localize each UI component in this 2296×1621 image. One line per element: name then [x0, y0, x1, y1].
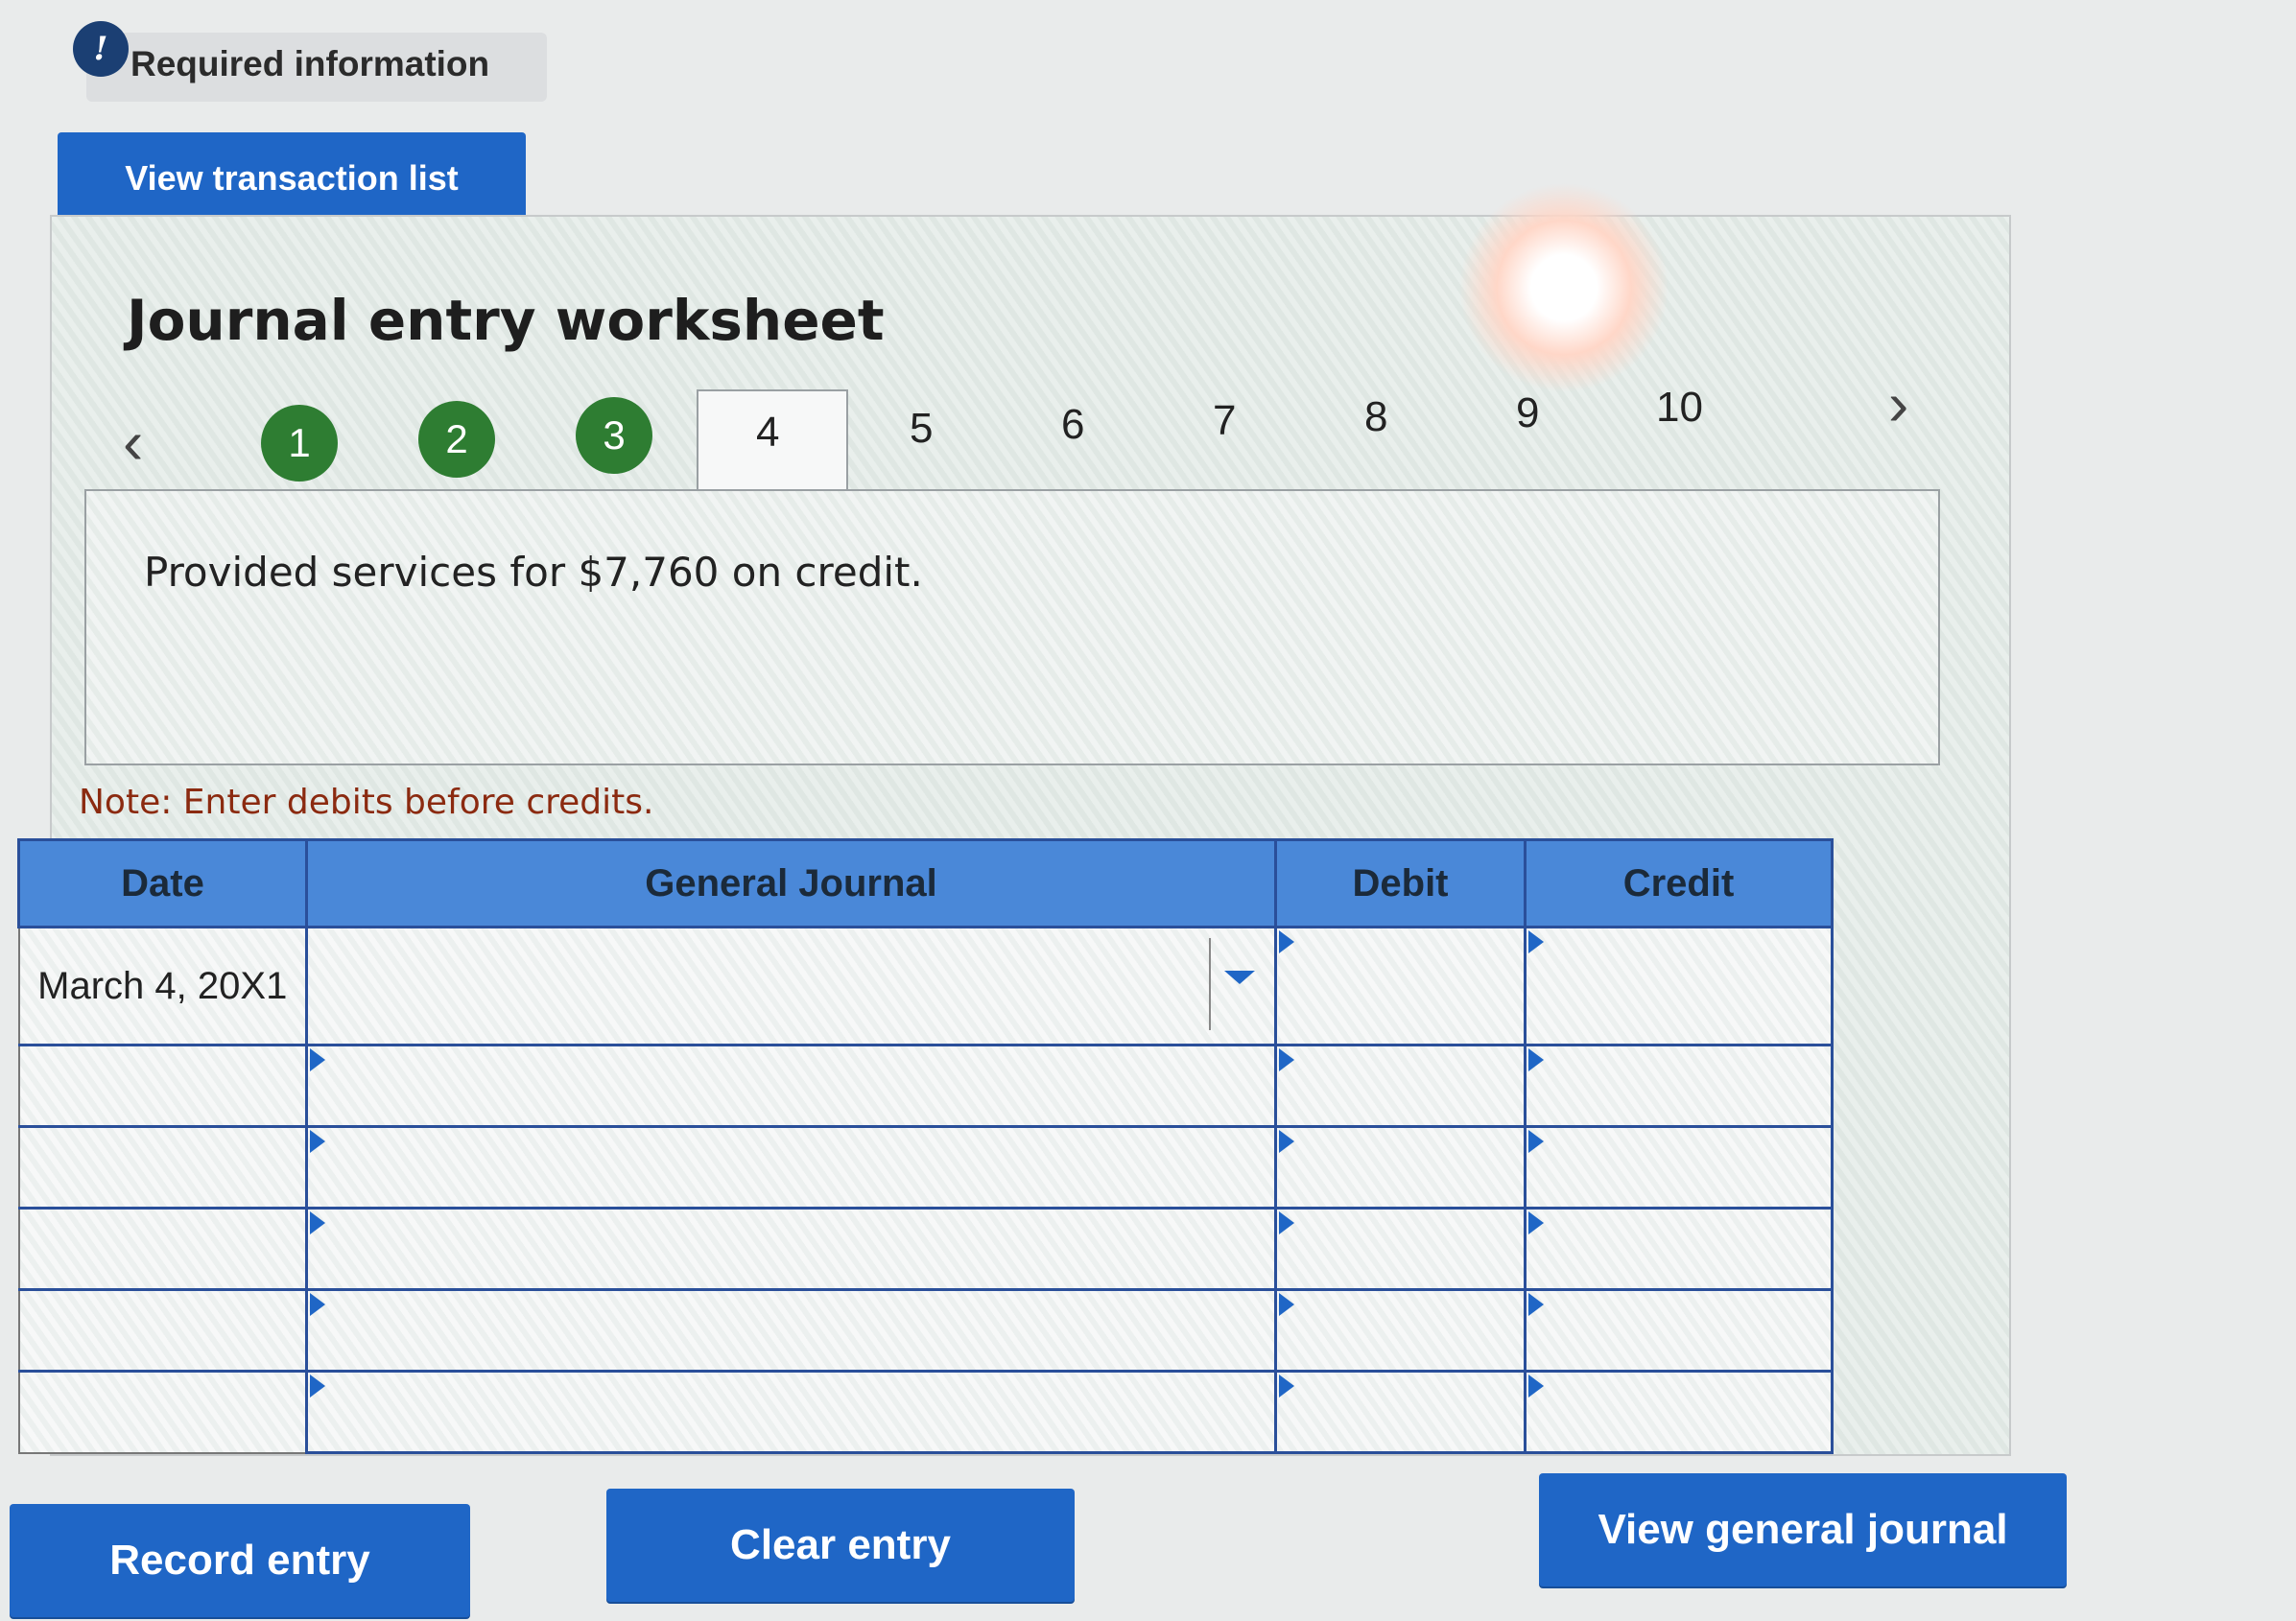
table-header-row: Date General Journal Debit Credit	[17, 838, 1834, 928]
view-general-journal-button[interactable]: View general journal	[1539, 1473, 2067, 1586]
journal-entry-table: Date General Journal Debit Credit March …	[17, 838, 1834, 1454]
cell-marker-icon	[310, 1374, 325, 1398]
cell-marker-icon	[1528, 1048, 1544, 1071]
account-input[interactable]	[305, 1125, 1277, 1210]
credit-column-header: Credit	[1524, 838, 1834, 928]
table-row	[17, 1288, 1834, 1373]
cell-marker-icon	[1279, 1211, 1294, 1234]
tab-5[interactable]: 5	[910, 405, 933, 453]
required-info-label[interactable]: Required information	[130, 44, 489, 84]
cell-marker-icon	[310, 1211, 325, 1234]
chevron-left-icon[interactable]: ‹	[123, 407, 143, 478]
date-cell: March 4, 20X1	[17, 926, 308, 1046]
debit-input[interactable]	[1274, 926, 1527, 1046]
entry-note: Note: Enter debits before credits.	[79, 783, 654, 822]
tab-6[interactable]: 6	[1061, 401, 1084, 449]
date-cell	[17, 1207, 308, 1291]
worksheet-title: Journal entry worksheet	[127, 288, 885, 353]
step-2-completed[interactable]: 2	[418, 401, 495, 478]
cell-marker-icon	[310, 1293, 325, 1316]
account-input[interactable]	[305, 1288, 1277, 1373]
date-column-header: Date	[17, 838, 308, 928]
debit-input[interactable]	[1274, 1125, 1527, 1210]
date-cell	[17, 1044, 308, 1128]
cell-marker-icon	[310, 1048, 325, 1071]
debit-input[interactable]	[1274, 1207, 1527, 1291]
credit-input[interactable]	[1524, 1288, 1834, 1373]
cell-marker-icon	[1528, 930, 1544, 953]
cell-marker-icon	[310, 1130, 325, 1153]
tab-10[interactable]: 10	[1656, 384, 1703, 432]
date-cell	[17, 1288, 308, 1373]
debit-input[interactable]	[1274, 1370, 1527, 1454]
transaction-description: Provided services for $7,760 on credit.	[144, 549, 923, 596]
step-3-completed[interactable]: 3	[576, 397, 652, 474]
cell-marker-icon	[1528, 1130, 1544, 1153]
chevron-right-icon[interactable]: ›	[1888, 368, 1908, 439]
cell-marker-icon	[1528, 1374, 1544, 1398]
credit-input[interactable]	[1524, 1207, 1834, 1291]
record-entry-button[interactable]: Record entry	[10, 1504, 470, 1617]
debit-input[interactable]	[1274, 1044, 1527, 1128]
account-input[interactable]	[305, 1370, 1277, 1454]
account-select[interactable]	[305, 926, 1277, 1046]
cell-marker-icon	[1279, 1048, 1294, 1071]
cell-marker-icon	[1279, 1374, 1294, 1398]
cell-marker-icon	[1279, 1130, 1294, 1153]
tab-9[interactable]: 9	[1516, 389, 1539, 437]
date-value: March 4, 20X1	[37, 965, 288, 1007]
credit-input[interactable]	[1524, 1044, 1834, 1128]
credit-input[interactable]	[1524, 1370, 1834, 1454]
tab-7[interactable]: 7	[1213, 397, 1236, 445]
credit-input[interactable]	[1524, 1125, 1834, 1210]
cell-marker-icon	[1279, 1293, 1294, 1316]
account-input[interactable]	[305, 1207, 1277, 1291]
exclamation-circle-icon: !	[73, 21, 129, 77]
credit-input[interactable]	[1524, 926, 1834, 1046]
general-journal-column-header: General Journal	[305, 838, 1277, 928]
date-cell	[17, 1370, 308, 1454]
table-row	[17, 1207, 1834, 1291]
transaction-description-box	[84, 489, 1940, 765]
debit-input[interactable]	[1274, 1288, 1527, 1373]
table-row	[17, 1044, 1834, 1128]
debit-column-header: Debit	[1274, 838, 1527, 928]
table-row: March 4, 20X1	[17, 926, 1834, 1046]
account-input[interactable]	[305, 1044, 1277, 1128]
screen-glare	[1458, 182, 1669, 393]
table-row	[17, 1125, 1834, 1210]
tab-8[interactable]: 8	[1364, 393, 1387, 441]
caret-down-icon[interactable]	[1224, 971, 1255, 984]
cell-marker-icon	[1528, 1211, 1544, 1234]
step-1-completed[interactable]: 1	[261, 405, 338, 482]
cell-marker-icon	[1528, 1293, 1544, 1316]
view-transaction-list-button[interactable]: View transaction list	[58, 132, 526, 224]
table-row	[17, 1370, 1834, 1454]
date-cell	[17, 1125, 308, 1210]
tab-4-label: 4	[756, 409, 780, 456]
clear-entry-button[interactable]: Clear entry	[606, 1489, 1075, 1602]
cell-marker-icon	[1279, 930, 1294, 953]
